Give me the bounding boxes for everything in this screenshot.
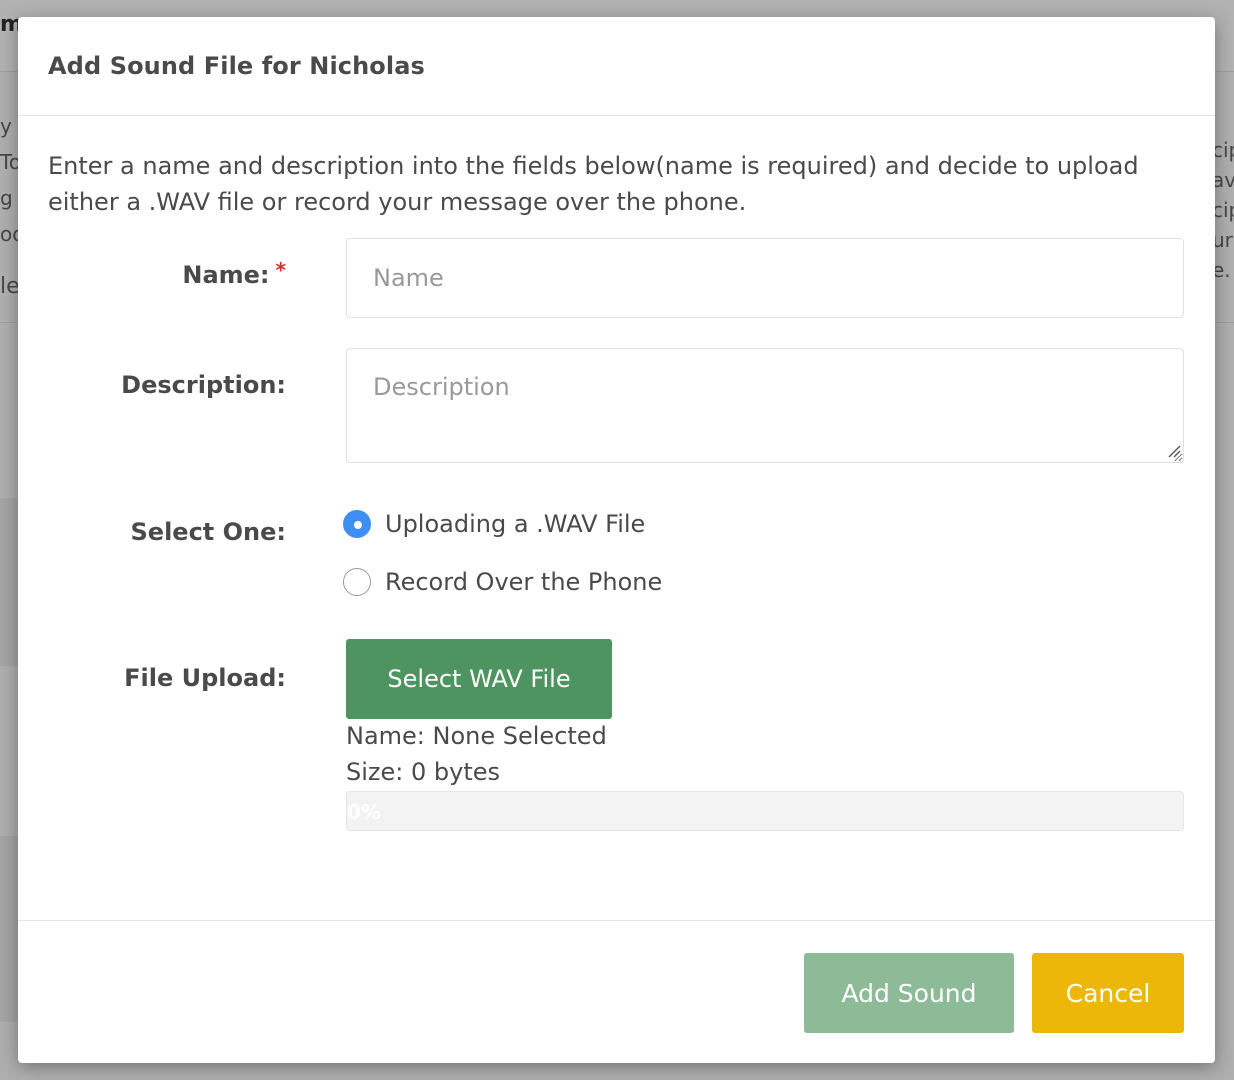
dialog-header: Add Sound File for Nicholas xyxy=(18,17,1215,116)
dialog-title: Add Sound File for Nicholas xyxy=(48,52,425,80)
name-label-text: Name: xyxy=(182,261,270,289)
radio-label: Uploading a .WAV File xyxy=(385,510,646,538)
add-sound-dialog: Add Sound File for Nicholas Enter a name… xyxy=(18,17,1215,1063)
description-input[interactable] xyxy=(346,348,1184,463)
intro-text: Enter a name and description into the fi… xyxy=(48,152,1139,216)
description-label: Description: xyxy=(121,371,286,399)
select-wav-file-button[interactable]: Select WAV File xyxy=(346,639,612,719)
file-upload-label: File Upload: xyxy=(124,664,286,692)
selected-file-size: Size: 0 bytes xyxy=(346,758,500,786)
name-label: Name: * xyxy=(18,258,286,289)
cancel-button[interactable]: Cancel xyxy=(1032,953,1184,1033)
add-sound-button[interactable]: Add Sound xyxy=(804,953,1014,1033)
dialog-footer: Add Sound Cancel xyxy=(18,920,1215,1063)
select-one-label: Select One: xyxy=(130,518,286,546)
radio-button-checked[interactable] xyxy=(343,510,371,538)
radio-button-unchecked[interactable] xyxy=(343,568,371,596)
required-marker: * xyxy=(275,258,286,282)
upload-progress-text: 0% xyxy=(347,800,381,824)
radio-label: Record Over the Phone xyxy=(385,568,663,596)
upload-progress-bar: 0% xyxy=(346,791,1184,831)
dialog-body: Enter a name and description into the fi… xyxy=(18,116,1215,920)
radio-option-record-phone[interactable]: Record Over the Phone xyxy=(343,568,662,596)
name-input[interactable] xyxy=(346,238,1184,318)
radio-option-upload-wav[interactable]: Uploading a .WAV File xyxy=(343,510,645,538)
selected-file-name: Name: None Selected xyxy=(346,722,607,750)
resize-handle-icon[interactable] xyxy=(1167,444,1181,458)
